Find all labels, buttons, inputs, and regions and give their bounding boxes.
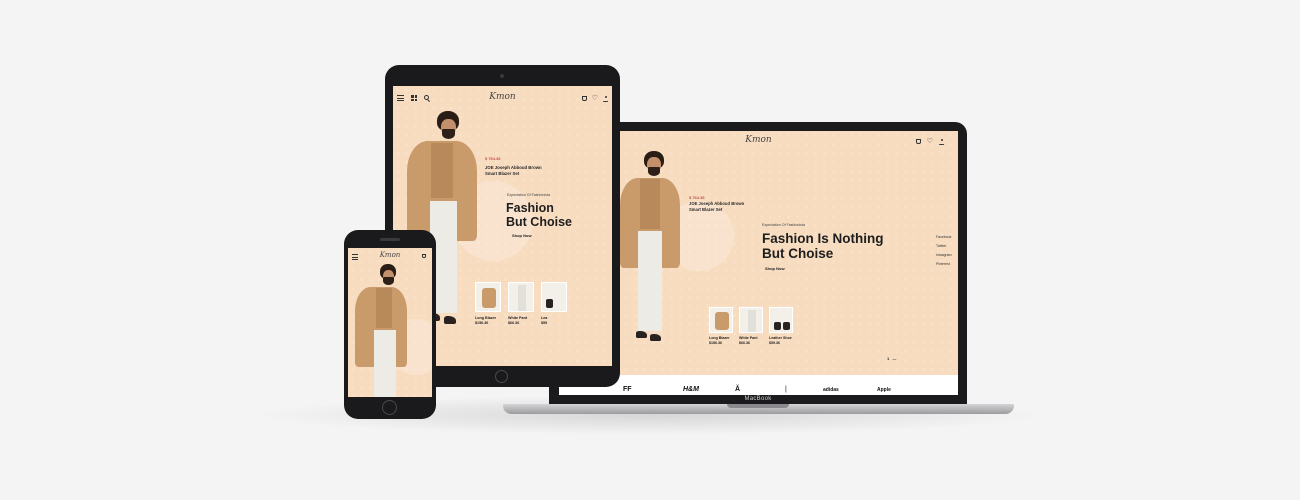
cart-icon[interactable] [915, 139, 921, 144]
product-price: $66.36 [739, 341, 750, 345]
hero-headline: Fashion But Choise [506, 201, 572, 229]
product-price: $59 [541, 321, 548, 325]
hero-kicker: Expectation Of Fashionista [762, 223, 805, 227]
laptop-label: MacBook [744, 396, 772, 402]
menu-icon[interactable] [352, 254, 358, 262]
shop-now-button[interactable]: Shop Now [765, 266, 785, 271]
brand-logo: Ă [735, 386, 741, 393]
product-name: White Pant [508, 316, 528, 320]
laptop-notch [727, 404, 789, 408]
social-pinterest[interactable]: Pinterest [936, 262, 950, 266]
tablet-camera [500, 74, 504, 78]
social-instagram[interactable]: Instagram [936, 253, 952, 257]
phone-nav: Kmon [348, 248, 432, 262]
product-thumb-blazer[interactable] [475, 282, 501, 312]
hero-kicker: Expectation Of Fashionista [507, 193, 550, 197]
phone-screen: Kmon [348, 248, 432, 397]
product-price: $156.36 [475, 321, 489, 325]
brand-logo: FF [623, 386, 632, 393]
brand-logo: Apple [877, 387, 891, 393]
shop-now-button[interactable]: Shop Now [512, 233, 532, 238]
site-logo[interactable]: Kmon [745, 135, 771, 145]
site-logo[interactable]: Kmon [380, 251, 401, 259]
hero-model-image [350, 264, 432, 397]
site-logo[interactable]: Kmon [489, 92, 515, 102]
wishlist-icon[interactable]: ♡ [927, 138, 933, 145]
hero-price: $ 764.36 [485, 156, 501, 161]
hero-model-image [614, 151, 734, 351]
search-icon[interactable] [424, 95, 429, 100]
account-icon[interactable] [939, 139, 944, 145]
social-facebook[interactable]: Facebook [936, 235, 951, 239]
cart-icon[interactable] [581, 96, 587, 101]
product-thumb-blazer[interactable] [709, 307, 733, 333]
product-price: $156.36 [709, 341, 722, 345]
product-price: $66.36 [508, 321, 520, 325]
product-thumb-shoe[interactable] [541, 282, 567, 312]
product-thumb-pant[interactable] [739, 307, 763, 333]
cart-icon[interactable] [422, 254, 426, 258]
phone-home-button [382, 400, 397, 415]
product-thumb-pant[interactable] [508, 282, 534, 312]
product-name: Leather Shoe [769, 336, 792, 340]
product-name: Lea [541, 316, 548, 320]
hero-product-title[interactable]: JOE Joseph Abboud Brown Smart Blazer Set [485, 165, 542, 177]
tablet-home-button [495, 370, 508, 383]
product-name: Long Blazer [475, 316, 497, 320]
product-name: Long Blazer [709, 336, 730, 340]
hero-headline: Fashion Is Nothing But Choise [762, 231, 884, 261]
hero-product-title[interactable]: JOE Joseph Abboud Brown Smart Blazer Set [689, 201, 744, 212]
grid-icon[interactable] [411, 95, 417, 101]
product-thumb-shoe[interactable] [769, 307, 793, 333]
brand-logo: adidas [823, 387, 839, 393]
product-price: $59.36 [769, 341, 780, 345]
phone-speaker [380, 238, 400, 241]
tablet-nav: Kmon ♡ [393, 86, 612, 108]
mockup-stage: Kmon ♡ $ 764.36 JOE Joseph Abboud Brown … [0, 0, 1300, 500]
menu-icon[interactable] [397, 95, 404, 103]
hero-price: $ 764.36 [689, 195, 705, 200]
brand-logo: | [785, 386, 787, 393]
account-icon[interactable] [603, 96, 608, 102]
social-twitter[interactable]: Twitter [936, 244, 946, 248]
wishlist-icon[interactable]: ♡ [592, 95, 598, 102]
product-name: White Pant [739, 336, 758, 340]
brand-logo: H&M [683, 386, 699, 393]
slider-pager[interactable]: 1 — [887, 356, 896, 361]
